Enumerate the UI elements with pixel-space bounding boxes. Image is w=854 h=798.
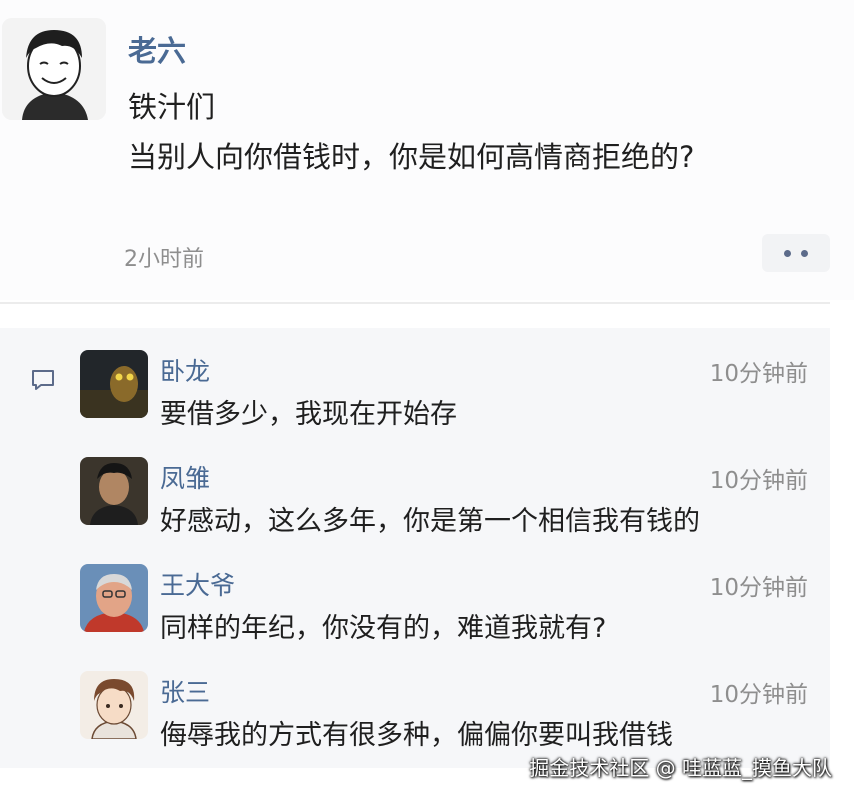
commenter-name[interactable]: 卧龙 — [160, 352, 210, 388]
more-dot-icon — [801, 249, 808, 257]
commenter-avatar[interactable] — [80, 457, 148, 525]
post-author-name[interactable]: 老六 — [128, 28, 186, 70]
commenter-name[interactable]: 张三 — [160, 673, 210, 709]
comment-text: 好感动，这么多年，你是第一个相信我有钱的 — [160, 506, 700, 537]
comment-timestamp: 10分钟前 — [709, 468, 808, 494]
commenter-name[interactable]: 凤雏 — [160, 459, 210, 495]
more-options-button[interactable] — [762, 234, 830, 272]
post-card: 老六 铁汁们 当别人向你借钱时，你是如何高情商拒绝的? 2小时前 — [0, 0, 854, 300]
commenter-avatar[interactable] — [80, 564, 148, 632]
comment-text: 侮辱我的方式有很多种，偏偏你要叫我借钱 — [160, 720, 673, 751]
comment-timestamp: 10分钟前 — [709, 682, 808, 708]
post-content-line2: 当别人向你借钱时，你是如何高情商拒绝的? — [128, 140, 695, 174]
author-avatar[interactable] — [2, 18, 106, 120]
watermark: 掘金技术社区 @ 哇蓝蓝_摸鱼大队 — [529, 756, 832, 780]
post-content-line1: 铁汁们 — [128, 90, 216, 124]
comment-item: 卧龙 10分钟前 要借多少，我现在开始存 — [0, 350, 830, 450]
comment-text: 要借多少，我现在开始存 — [160, 399, 457, 430]
more-dot-icon — [784, 249, 791, 257]
comments-section: 卧龙 10分钟前 要借多少，我现在开始存 凤雏 10分钟前 好感动，这么多年，你… — [0, 328, 830, 768]
post-timestamp: 2小时前 — [124, 247, 204, 272]
commenter-avatar[interactable] — [80, 671, 148, 739]
commenter-avatar[interactable] — [80, 350, 148, 418]
comment-item: 凤雏 10分钟前 好感动，这么多年，你是第一个相信我有钱的 — [0, 457, 830, 557]
comment-item: 王大爷 10分钟前 同样的年纪，你没有的，难道我就有? — [0, 564, 830, 664]
commenter-name[interactable]: 王大爷 — [160, 566, 235, 602]
comment-text: 同样的年纪，你没有的，难道我就有? — [160, 613, 607, 644]
comment-timestamp: 10分钟前 — [709, 361, 808, 387]
comment-timestamp: 10分钟前 — [709, 575, 808, 601]
divider — [0, 302, 830, 304]
